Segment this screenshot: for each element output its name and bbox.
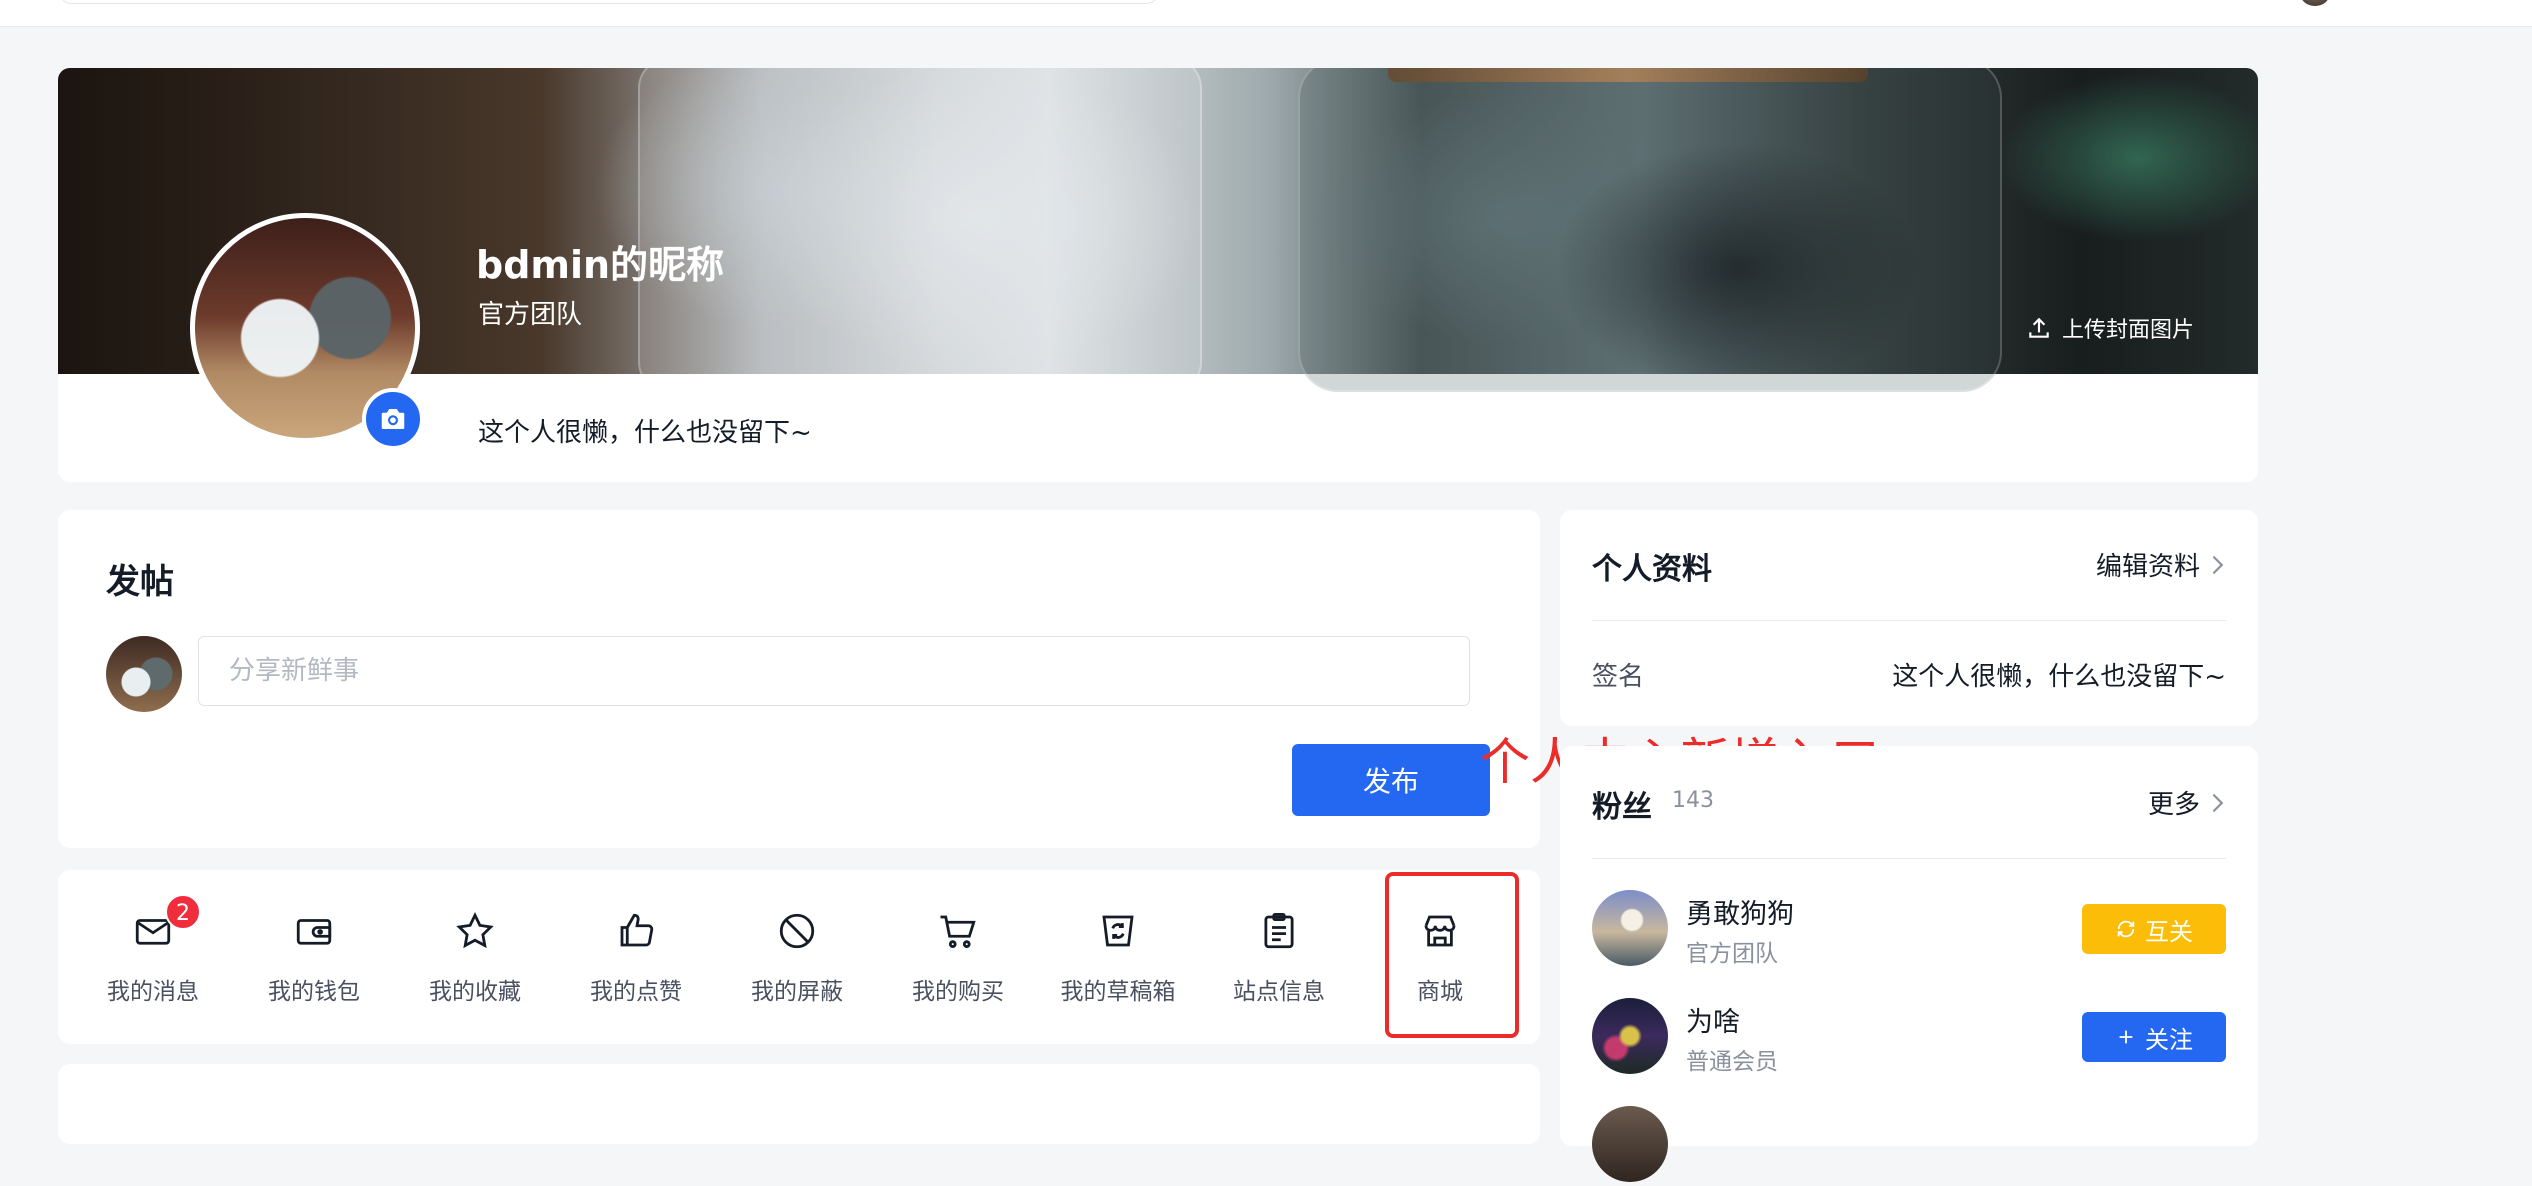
menu-item-label: 我的点赞 [590, 979, 682, 1005]
personal-info-title: 个人资料 [1592, 552, 1712, 587]
wallet-icon [296, 919, 332, 945]
post-title: 发帖 [106, 562, 174, 602]
unread-badge: 2 [165, 894, 201, 930]
personal-info-card: 个人资料 编辑资料 签名 这个人很懒，什么也没留下~ [1560, 510, 2258, 726]
signature-value: 这个人很懒，什么也没留下~ [1892, 662, 2226, 692]
top-user-avatar[interactable] [2300, 0, 2330, 6]
signature-label: 签名 [1592, 662, 1645, 692]
feed-card [58, 1064, 1540, 1144]
clipboard-icon [1264, 912, 1294, 949]
profile-bio: 这个人很懒，什么也没留下~ [478, 418, 812, 448]
fans-title: 粉丝 [1592, 790, 1652, 825]
fans-card: 粉丝 143 更多 勇敢狗狗 官方团队 互关 为啥 普通会员 关注 [1560, 746, 2258, 1182]
post-user-avatar [106, 636, 182, 712]
post-card: 发帖 发布 [58, 510, 1540, 848]
menu-item-drafts[interactable]: 我的草稿箱 [1038, 910, 1198, 1006]
camera-icon [381, 409, 405, 429]
menu-item-label: 站点信息 [1233, 979, 1325, 1005]
fan-avatar[interactable] [1592, 890, 1668, 966]
cart-icon [940, 915, 976, 948]
menu-item-site-info[interactable]: 站点信息 [1199, 910, 1359, 1006]
follow-label: 关注 [2145, 1025, 2193, 1054]
edit-profile-label: 编辑资料 [2095, 552, 2200, 582]
upload-icon [2029, 317, 2049, 338]
post-input[interactable] [198, 636, 1470, 706]
publish-button[interactable]: 发布 [1292, 744, 1490, 816]
fans-count: 143 [1672, 788, 1714, 813]
menu-item-favorites[interactable]: 我的收藏 [395, 910, 555, 1006]
menu-item-likes[interactable]: 我的点赞 [556, 910, 716, 1006]
top-search-bar[interactable] [58, 0, 1160, 4]
change-avatar-button[interactable] [362, 388, 424, 450]
highlight-box [1385, 872, 1519, 1038]
thumbs-up-icon [620, 913, 654, 947]
fan-list-item [1592, 1106, 2226, 1186]
menu-item-label: 我的钱包 [268, 979, 360, 1005]
block-icon [779, 913, 815, 949]
star-icon [456, 912, 494, 949]
menu-item-label: 我的屏蔽 [751, 979, 843, 1005]
chevron-right-icon [2212, 793, 2224, 812]
mutual-follow-label: 互关 [2145, 917, 2193, 946]
upload-cover-label: 上传封面图片 [2062, 318, 2195, 343]
menu-item-messages[interactable]: 2 我的消息 [73, 894, 233, 1006]
menu-item-label: 我的消息 [107, 979, 199, 1005]
fans-more-link[interactable]: 更多 [2148, 784, 2226, 821]
follow-button[interactable]: 关注 [2082, 1012, 2226, 1062]
fan-avatar[interactable] [1592, 998, 1668, 1074]
edit-profile-link[interactable]: 编辑资料 [2096, 546, 2226, 583]
chevron-right-icon [2212, 555, 2224, 574]
fan-name[interactable]: 为啥 [1686, 1000, 1740, 1039]
top-nav-bar [0, 0, 2532, 27]
menu-item-label: 我的草稿箱 [1060, 979, 1176, 1005]
draft-box-icon [1102, 915, 1134, 947]
upload-cover-button[interactable]: 上传封面图片 [2026, 312, 2194, 344]
mutual-follow-button[interactable]: 互关 [2082, 904, 2226, 954]
refresh-icon [2117, 920, 2135, 938]
menu-item-blocked[interactable]: 我的屏蔽 [717, 910, 877, 1006]
fans-more-label: 更多 [2147, 790, 2200, 820]
menu-item-label: 我的购买 [912, 979, 1004, 1005]
menu-item-label: 我的收藏 [429, 979, 521, 1005]
profile-nickname: bdmin的昵称 [476, 243, 725, 287]
fan-role: 普通会员 [1686, 1049, 1778, 1075]
fan-list-item: 勇敢狗狗 官方团队 互关 [1592, 890, 2226, 970]
user-menu-card: 2 我的消息 我的钱包 我的收藏 我的点赞 我的屏蔽 我的购买 我的草稿箱 站点… [58, 870, 1540, 1044]
menu-item-wallet[interactable]: 我的钱包 [234, 910, 394, 1006]
plus-icon [2119, 1030, 2133, 1044]
fan-role: 官方团队 [1686, 941, 1778, 967]
profile-team: 官方团队 [478, 300, 583, 330]
fan-list-item: 为啥 普通会员 关注 [1592, 998, 2226, 1078]
fan-avatar[interactable] [1592, 1106, 1668, 1182]
menu-item-purchases[interactable]: 我的购买 [878, 910, 1038, 1006]
fan-name[interactable]: 勇敢狗狗 [1686, 892, 1794, 931]
